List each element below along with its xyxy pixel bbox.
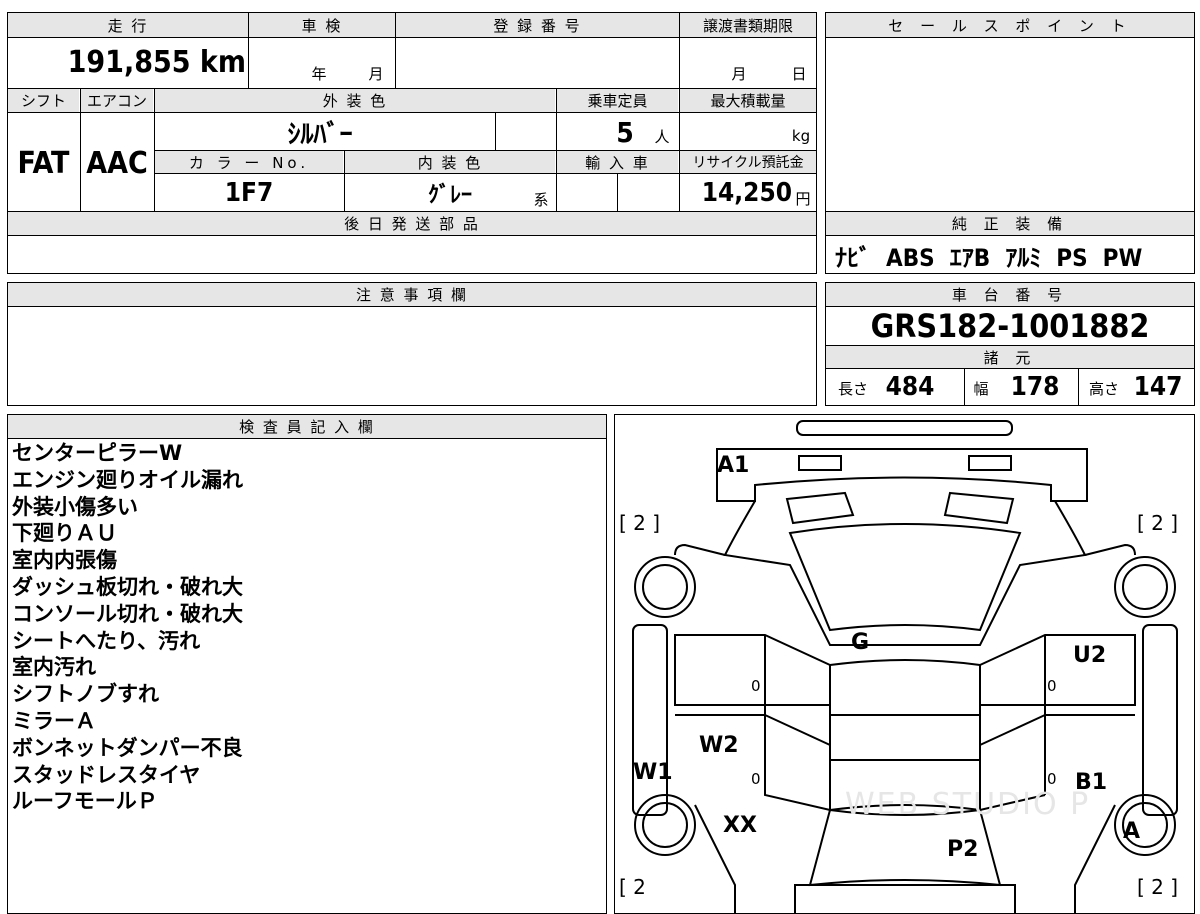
width-label: 幅 bbox=[973, 379, 989, 398]
shaken-label: 車 検 bbox=[249, 13, 395, 37]
later-parts-label: 後 日 発 送 部 品 bbox=[8, 212, 816, 235]
remarks-list: センターピラーW エンジン廻りオイル漏れ 外装小傷多い 下廻りＡＵ 室内内張傷 … bbox=[12, 440, 243, 815]
exterior-label: 外 装 色 bbox=[155, 89, 555, 112]
car-diagram bbox=[632, 420, 1178, 913]
aircon-label: エアコン bbox=[81, 89, 153, 112]
mark-g: G bbox=[851, 630, 870, 655]
tread-front-left: [ 2 ] bbox=[619, 511, 661, 535]
shift-label: シフト bbox=[8, 89, 79, 112]
reg-no-label: 登 録 番 号 bbox=[396, 13, 679, 37]
chassis-value: GRS182-1001882 bbox=[870, 307, 1150, 345]
mileage-value: 191,855 km bbox=[67, 44, 246, 80]
remark-item: シフトノブすれ bbox=[12, 682, 159, 707]
maxload-unit: kg bbox=[791, 127, 811, 145]
color-no-value: 1F7 bbox=[224, 178, 274, 208]
equipment-label: 純 正 装 備 bbox=[826, 212, 1194, 235]
remark-item: ミラーＡ bbox=[12, 708, 96, 733]
transfer-month: 月 bbox=[731, 64, 749, 83]
recycle-unit: 円 bbox=[795, 189, 811, 208]
capacity-unit: 人 bbox=[654, 127, 672, 146]
sales-point-box bbox=[825, 12, 1195, 212]
exterior-value: ｼﾙﾊﾞｰ bbox=[287, 119, 353, 150]
chassis-label: 車 台 番 号 bbox=[826, 283, 1194, 306]
height-label: 高さ bbox=[1088, 379, 1119, 398]
import-label: 輸 入 車 bbox=[557, 151, 678, 173]
specs-label: 諸 元 bbox=[826, 346, 1194, 368]
tread-rear-left: [ 2 bbox=[619, 875, 646, 899]
remark-item: ボンネットダンパー不良 bbox=[12, 735, 243, 760]
mark-w1: W1 bbox=[633, 760, 673, 785]
remark-item: センターピラーW bbox=[12, 441, 183, 465]
tread-front-right: [ 2 ] bbox=[1137, 511, 1179, 535]
mark-a1: A1 bbox=[717, 453, 750, 478]
mileage-label: 走 行 bbox=[8, 13, 248, 37]
maxload-label: 最大積載量 bbox=[680, 89, 816, 112]
remark-item: 外装小傷多い bbox=[12, 494, 138, 519]
length-value: 484 bbox=[885, 372, 935, 402]
length-label: 長さ bbox=[837, 379, 868, 398]
watermark: WEB STUDIO P bbox=[845, 787, 1091, 822]
height-value: 147 bbox=[1133, 372, 1183, 402]
interior-label: 内 装 色 bbox=[345, 151, 555, 173]
shift-value: FAT bbox=[17, 145, 70, 181]
remark-item: シートへたり、汚れ bbox=[12, 628, 201, 653]
mark-w2: W2 bbox=[699, 733, 739, 758]
transfer-day: 日 bbox=[791, 64, 809, 83]
inspector-label: 検 査 員 記 入 欄 bbox=[8, 415, 606, 438]
width-value: 178 bbox=[1010, 372, 1060, 402]
zero-mark: 0 bbox=[751, 677, 761, 695]
car-diagram-box: A1 G U2 W2 W1 B1 XX P2 A [ 2 ] [ 2 ] [ 2… bbox=[614, 414, 1195, 914]
interior-value: ｸﾞﾚｰ bbox=[427, 183, 472, 208]
remark-item: ダッシュ板切れ・破れ大 bbox=[12, 574, 243, 599]
recycle-value: 14,250 bbox=[701, 178, 792, 208]
mark-u2: U2 bbox=[1073, 643, 1107, 668]
zero-mark: 0 bbox=[1047, 677, 1057, 695]
capacity-label: 乗車定員 bbox=[557, 89, 678, 112]
color-no-label: カ ラ ー No. bbox=[155, 151, 343, 173]
remark-item: ルーフモールＰ bbox=[12, 789, 158, 814]
shaken-year: 年 bbox=[311, 64, 329, 83]
equipment-value: ﾅﾋﾞ ABS ｴｱB ｱﾙﾐ PS PW bbox=[835, 243, 1143, 272]
aircon-value: AAC bbox=[86, 145, 148, 181]
zero-mark: 0 bbox=[751, 770, 761, 788]
remark-item: エンジン廻りオイル漏れ bbox=[12, 467, 243, 492]
transfer-label: 譲渡書類期限 bbox=[680, 13, 816, 37]
remark-item: スタッドレスタイヤ bbox=[12, 762, 201, 787]
notes-label: 注 意 事 項 欄 bbox=[8, 283, 816, 306]
tread-rear-right: [ 2 ] bbox=[1137, 875, 1179, 899]
sales-point-label: セ ー ル ス ポ イ ン ト bbox=[826, 13, 1194, 37]
mark-p2: P2 bbox=[947, 837, 979, 862]
remark-item: 室内内張傷 bbox=[12, 548, 117, 573]
mark-xx: XX bbox=[723, 813, 757, 838]
shaken-month: 月 bbox=[368, 64, 386, 83]
remark-item: 室内汚れ bbox=[12, 655, 96, 680]
recycle-label: リサイクル預託金 bbox=[680, 151, 816, 173]
capacity-value: 5 bbox=[616, 115, 634, 149]
remark-item: コンソール切れ・破れ大 bbox=[12, 601, 243, 626]
mark-a: A bbox=[1123, 819, 1141, 844]
zero-mark: 0 bbox=[1047, 770, 1057, 788]
remark-item: 下廻りＡＵ bbox=[12, 521, 117, 546]
interior-suffix: 系 bbox=[533, 190, 551, 209]
